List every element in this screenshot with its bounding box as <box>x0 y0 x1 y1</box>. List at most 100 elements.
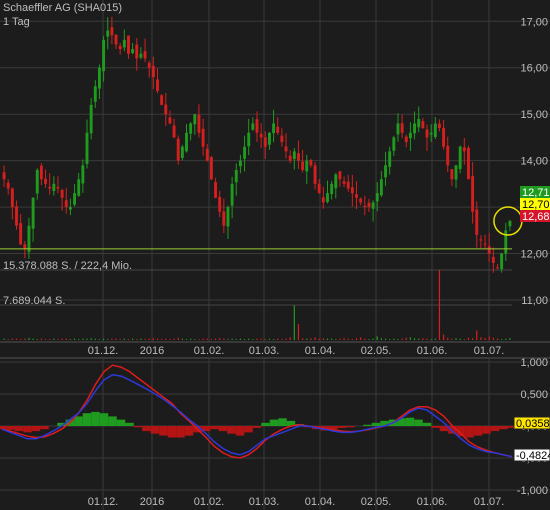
volume-bar <box>94 338 96 340</box>
candle-body <box>2 172 6 180</box>
histogram-bar <box>23 426 32 433</box>
candle-body <box>491 256 495 263</box>
volume-bar <box>32 338 34 340</box>
candle-body <box>396 123 400 135</box>
volume-bar <box>169 339 171 340</box>
volume-bar <box>426 338 428 340</box>
volume-bar <box>476 330 478 340</box>
candle-body <box>77 179 81 196</box>
price-tag-label: 12,68 <box>522 211 550 223</box>
volume-bar <box>297 324 300 340</box>
volume-bar <box>455 338 457 340</box>
candle-body <box>255 119 259 133</box>
volume-bar <box>156 338 159 340</box>
volume-bar <box>256 338 258 340</box>
volume-bar <box>339 338 341 340</box>
candle-body <box>313 165 317 184</box>
candle-body <box>508 221 512 227</box>
volume-bar <box>15 338 18 340</box>
candle-body <box>471 176 475 212</box>
candle-body <box>10 188 14 208</box>
candle-body <box>317 183 321 194</box>
macd-time-label: 01.07. <box>474 496 505 508</box>
time-tick-label: 01.04. <box>305 345 336 357</box>
histogram-bar <box>6 426 15 430</box>
histogram-bar <box>414 419 423 426</box>
volume-bar <box>430 339 432 340</box>
macd-histogram <box>0 411 517 438</box>
volume-bar <box>484 338 486 340</box>
histogram-bar <box>218 426 228 432</box>
time-tick-label: 02.05. <box>361 345 392 357</box>
volume-bar <box>372 338 374 340</box>
candle-body <box>139 53 143 58</box>
candle-body <box>243 146 247 159</box>
candle-body <box>160 95 164 105</box>
volume-bar <box>467 337 470 340</box>
volume-bar <box>210 339 212 340</box>
volume-bar <box>501 339 503 340</box>
volume-bar <box>206 338 208 340</box>
candle-body <box>384 165 387 178</box>
histogram-bar <box>184 426 194 436</box>
candle-body <box>292 151 296 160</box>
volume-bar <box>119 339 121 340</box>
candle-body <box>450 169 454 180</box>
volume-bar <box>293 305 295 340</box>
volume-bar <box>165 338 167 340</box>
volume-bar <box>239 338 242 340</box>
candle-body <box>102 39 106 72</box>
macd-value-tag-label: 0,03580 <box>516 418 550 430</box>
candle-body <box>15 206 18 226</box>
candle-body <box>483 243 487 245</box>
candle-body <box>433 123 437 137</box>
candle-body <box>442 127 446 147</box>
histogram-bar <box>176 426 185 438</box>
volume-bar <box>355 338 358 340</box>
macd-time-label: 01.02. <box>194 496 225 508</box>
volume-bar <box>111 338 113 340</box>
volume-bar <box>102 338 105 340</box>
price-tick-label: 15,00 <box>520 109 548 121</box>
price-tick-label: 17,00 <box>520 16 548 28</box>
time-tick-label: 2016 <box>140 345 164 357</box>
candle-body <box>392 137 396 151</box>
volume-bar <box>65 338 67 340</box>
candle-body <box>355 194 358 198</box>
volume-bar <box>173 338 175 340</box>
volume-bar <box>463 339 465 340</box>
candle-body <box>201 128 205 147</box>
candle-body <box>408 132 412 139</box>
candle-body <box>39 165 43 180</box>
volume-bar <box>335 339 337 340</box>
candle-body <box>131 49 135 54</box>
volume-bar <box>409 337 412 340</box>
volume-bar <box>376 336 378 340</box>
volume-bar <box>347 338 349 340</box>
volume-bar <box>331 338 333 340</box>
time-tick-label: 01.07. <box>474 345 505 357</box>
candle-body <box>27 225 31 253</box>
candle-body <box>276 126 280 133</box>
histogram-bar <box>431 426 440 428</box>
candle-body <box>230 183 234 206</box>
candle-body <box>214 182 217 198</box>
histogram-bar <box>244 426 253 433</box>
candle-body <box>334 174 338 189</box>
volume-bar <box>281 339 283 340</box>
candle-body <box>326 193 329 202</box>
volume-bar <box>422 338 424 340</box>
volume-bar <box>219 338 221 340</box>
volume-bar <box>318 338 320 340</box>
volume-bar <box>268 338 271 340</box>
candle-body <box>44 178 47 184</box>
histogram-bar <box>167 426 177 438</box>
candle-body <box>437 123 441 129</box>
histogram-bar <box>371 422 381 426</box>
volume-bar <box>384 338 387 340</box>
candle-body <box>218 196 222 212</box>
volume-bar <box>185 339 188 340</box>
volume-bar <box>289 337 291 340</box>
volume-bar <box>243 339 246 340</box>
candle-body <box>85 132 89 164</box>
